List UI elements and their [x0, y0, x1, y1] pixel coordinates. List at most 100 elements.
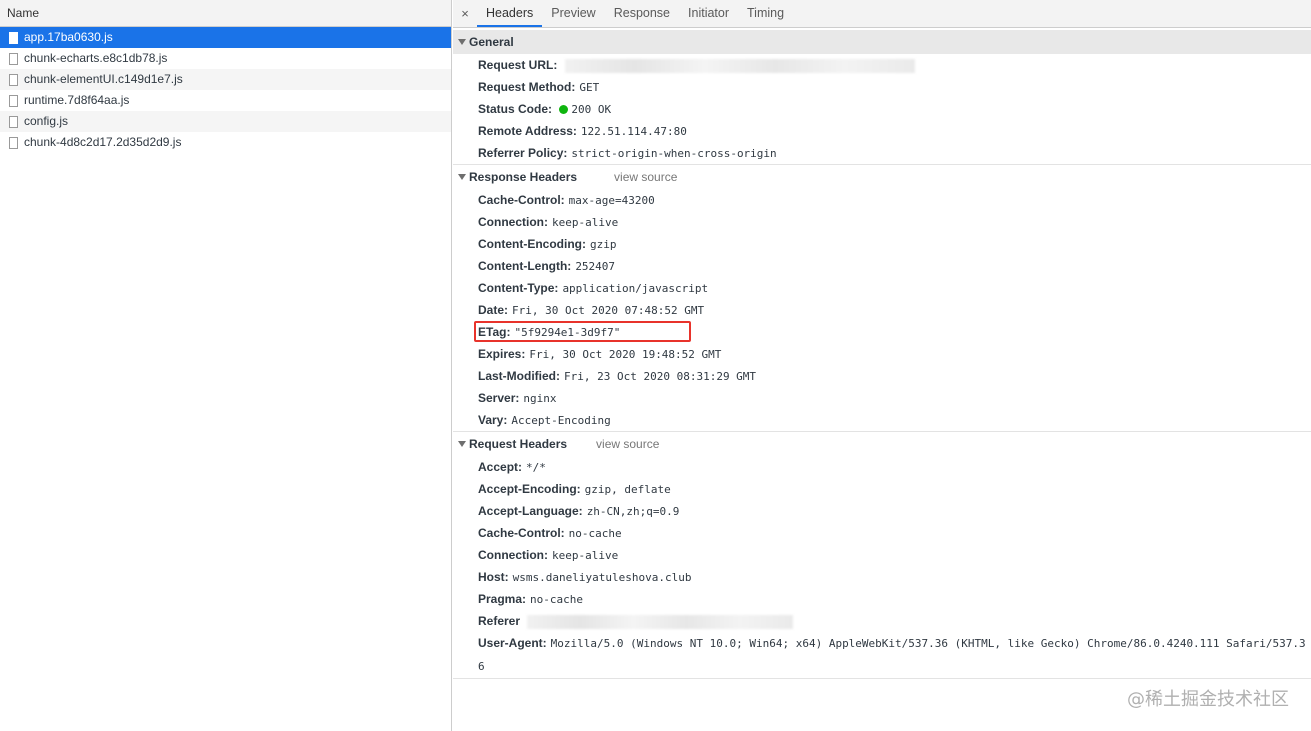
tab-timing[interactable]: Timing	[738, 0, 793, 27]
header-value: no-cache	[530, 593, 584, 606]
header-row: Accept-Language: zh-CN,zh;q=0.9	[453, 500, 1311, 522]
status-ok-dot-icon	[559, 105, 569, 114]
section-title: Response Headers	[469, 170, 578, 184]
header-key: Expires:	[478, 347, 526, 361]
header-value: nginx	[523, 392, 557, 405]
header-key: Content-Encoding:	[478, 237, 586, 251]
file-row[interactable]: runtime.7d8f64aa.js	[0, 90, 451, 111]
header-key: Last-Modified:	[478, 369, 560, 383]
file-row[interactable]: chunk-echarts.e8c1db78.js	[0, 48, 451, 69]
file-row[interactable]: chunk-4d8c2d17.2d35d2d9.js	[0, 132, 451, 153]
header-value: keep-alive	[552, 549, 619, 562]
tab-response[interactable]: Response	[605, 0, 679, 27]
header-row: Accept-Encoding: gzip, deflate	[453, 478, 1311, 500]
header-key: Request URL:	[478, 58, 558, 72]
header-row-user-agent: User-Agent: Mozilla/5.0 (Windows NT 10.0;…	[453, 632, 1311, 678]
header-value: Fri, 30 Oct 2020 19:48:52 GMT	[529, 348, 722, 361]
detail-tabbar: × Headers Preview Response Initiator Tim…	[453, 0, 1311, 28]
header-key: Status Code:	[478, 102, 553, 116]
watermark: @稀土掘金技术社区	[1127, 689, 1289, 710]
header-row-request-method: Request Method: GET	[453, 76, 1311, 98]
request-list-panel: Name app.17ba0630.js chunk-echarts.e8c1d…	[0, 0, 452, 731]
file-name: chunk-4d8c2d17.2d35d2d9.js	[24, 135, 182, 149]
tab-initiator[interactable]: Initiator	[679, 0, 738, 27]
header-row: Content-Length: 252407	[453, 255, 1311, 277]
header-value: 122.51.114.47:80	[580, 125, 687, 138]
header-row: Cache-Control: no-cache	[453, 522, 1311, 544]
header-row: Host: wsms.daneliyatuleshova.club	[453, 566, 1311, 588]
response-headers-section-header[interactable]: Response Headers view source	[453, 165, 1311, 189]
redacted-url	[564, 58, 915, 73]
file-icon	[9, 136, 18, 149]
header-value: Fri, 30 Oct 2020 07:48:52 GMT	[512, 304, 705, 317]
general-section: General Request URL: Request Method: GET …	[453, 30, 1311, 165]
header-value: gzip	[589, 238, 617, 251]
expand-triangle-icon	[458, 39, 466, 45]
header-row-etag: ETag: "5f9294e1-3d9f7"	[453, 321, 1311, 343]
name-column-header[interactable]: Name	[0, 0, 451, 27]
header-value: application/javascript	[562, 282, 709, 295]
header-key: Accept-Language:	[478, 504, 583, 518]
header-key: Server:	[478, 391, 520, 405]
status-code-text: 200 OK	[571, 103, 612, 116]
header-key: Host:	[478, 570, 509, 584]
header-value: wsms.daneliyatuleshova.club	[512, 571, 692, 584]
header-value: strict-origin-when-cross-origin	[571, 147, 777, 160]
file-name: runtime.7d8f64aa.js	[24, 93, 130, 107]
header-value: keep-alive	[552, 216, 619, 229]
header-key: Accept-Encoding:	[478, 482, 581, 496]
header-row: Vary: Accept-Encoding	[453, 409, 1311, 431]
header-key: Request Method:	[478, 80, 576, 94]
file-name: app.17ba0630.js	[24, 30, 113, 44]
file-row[interactable]: config.js	[0, 111, 451, 132]
header-key: Referer	[478, 614, 521, 628]
file-name: chunk-echarts.e8c1db78.js	[24, 51, 168, 65]
view-source-link[interactable]: view source	[596, 432, 659, 456]
header-value: no-cache	[568, 527, 622, 540]
close-icon[interactable]: ×	[453, 0, 477, 27]
section-title: Request Headers	[469, 437, 568, 451]
header-key: Connection:	[478, 215, 548, 229]
header-row: Connection: keep-alive	[453, 211, 1311, 233]
header-value: Accept-Encoding	[511, 414, 611, 427]
header-key: Connection:	[478, 548, 548, 562]
request-headers-section-header[interactable]: Request Headers view source	[453, 432, 1311, 456]
request-headers-section: Request Headers view source Accept: */* A…	[453, 432, 1311, 679]
header-key: Date:	[478, 303, 509, 317]
header-key: Remote Address:	[478, 124, 577, 138]
file-row[interactable]: app.17ba0630.js	[0, 27, 451, 48]
header-value: Fri, 23 Oct 2020 08:31:29 GMT	[564, 370, 757, 383]
header-row: Cache-Control: max-age=43200	[453, 189, 1311, 211]
header-key: Cache-Control:	[478, 193, 565, 207]
header-row-request-url: Request URL:	[453, 54, 1311, 76]
header-row: Accept: */*	[453, 456, 1311, 478]
header-row: Content-Type: application/javascript	[453, 277, 1311, 299]
header-key: Accept:	[478, 460, 523, 474]
header-row: Content-Encoding: gzip	[453, 233, 1311, 255]
file-icon	[9, 94, 18, 107]
header-key: Vary:	[478, 413, 508, 427]
header-key: Referrer Policy:	[478, 146, 568, 160]
view-source-link[interactable]: view source	[614, 165, 677, 189]
header-row: Expires: Fri, 30 Oct 2020 19:48:52 GMT	[453, 343, 1311, 365]
redacted-referer	[527, 614, 794, 629]
expand-triangle-icon	[458, 174, 466, 180]
header-value: 200 OK	[559, 103, 611, 116]
header-row: Server: nginx	[453, 387, 1311, 409]
tab-preview[interactable]: Preview	[542, 0, 604, 27]
tab-headers[interactable]: Headers	[477, 0, 543, 27]
header-key: Content-Type:	[478, 281, 559, 295]
expand-triangle-icon	[458, 441, 466, 447]
header-value: max-age=43200	[568, 194, 655, 207]
header-value: Mozilla/5.0 (Windows NT 10.0; Win64; x64…	[478, 637, 1306, 673]
header-row-status-code: Status Code: 200 OK	[453, 98, 1311, 120]
header-value: */*	[526, 461, 546, 474]
file-row[interactable]: chunk-elementUI.c149d1e7.js	[0, 69, 451, 90]
file-icon	[9, 73, 18, 86]
header-value: zh-CN,zh;q=0.9	[586, 505, 680, 518]
header-value: gzip, deflate	[584, 483, 671, 496]
general-section-header[interactable]: General	[453, 30, 1311, 54]
header-row-referer: Referer	[453, 610, 1311, 632]
file-icon	[9, 115, 18, 128]
header-key: User-Agent:	[478, 636, 547, 650]
